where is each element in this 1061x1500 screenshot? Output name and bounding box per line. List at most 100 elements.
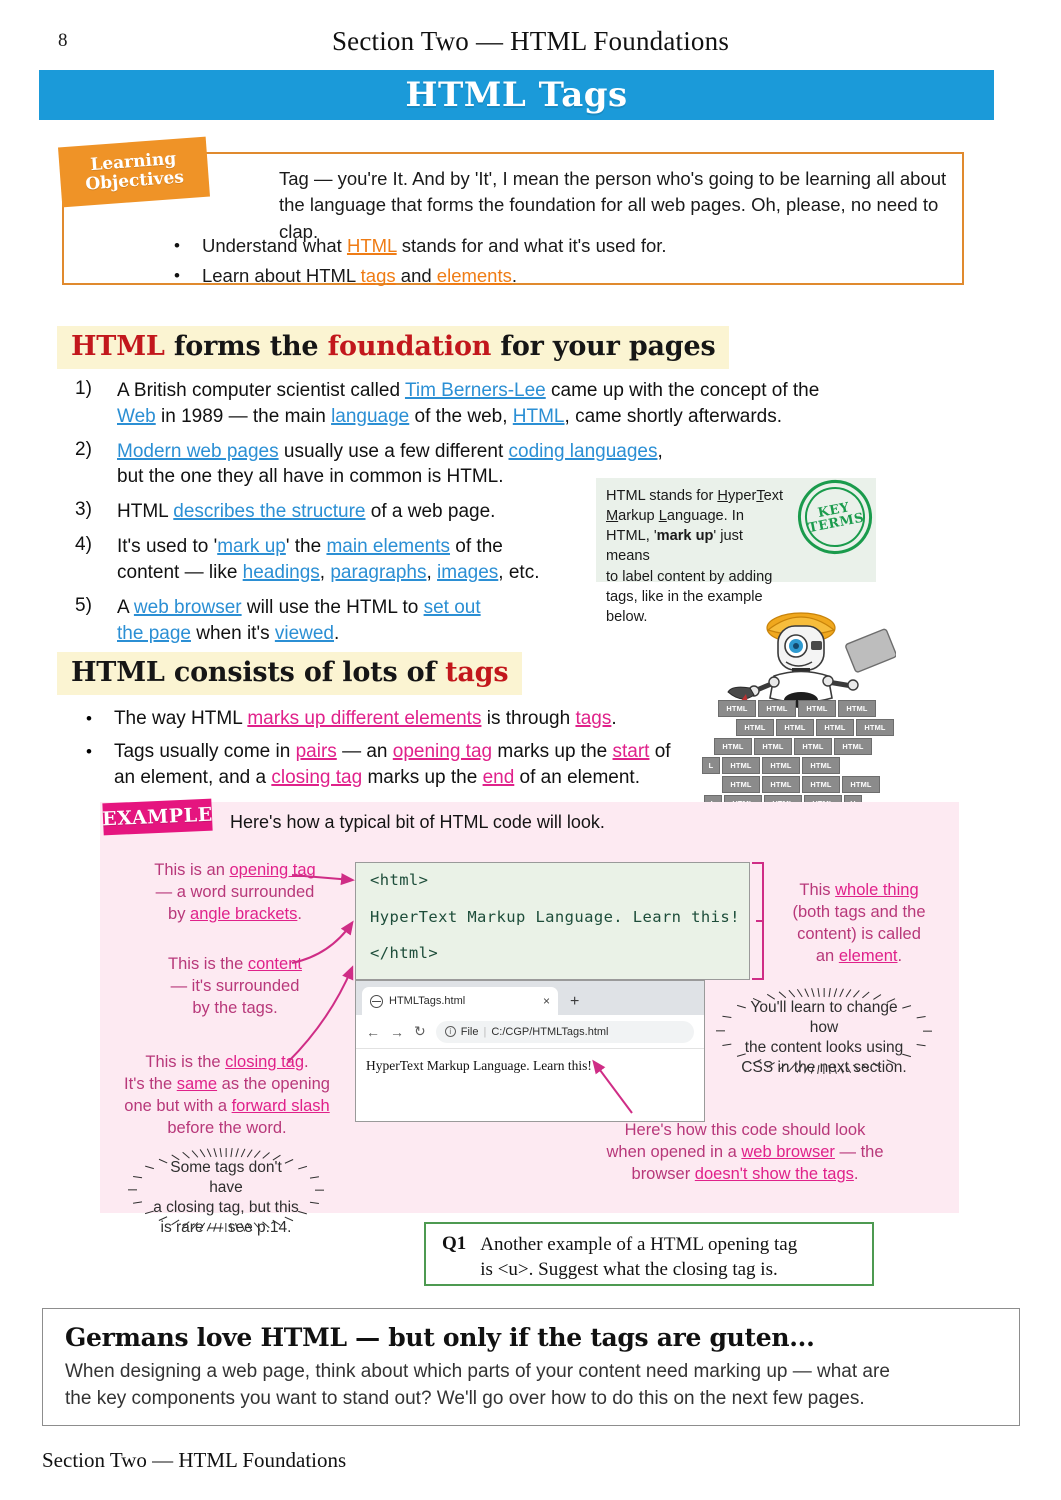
brick-row: HTML HTML HTML HTML xyxy=(718,700,896,717)
robot-illustration: HTML HTML HTML HTML HTML HTML HTML HTML … xyxy=(702,608,897,812)
brick: HTML xyxy=(722,757,760,774)
item-number: 1) xyxy=(75,378,92,399)
section-heading-2: HTML consists of lots of tags xyxy=(57,652,523,695)
code-line: </html> xyxy=(370,944,439,962)
brick: HTML xyxy=(798,700,836,717)
code-block: <html> HyperText Markup Language. Learn … xyxy=(355,862,750,980)
brick: HTML xyxy=(834,738,872,755)
brick: HTML xyxy=(762,757,800,774)
stamp-line2: TERMS xyxy=(807,510,866,537)
brick: HTML xyxy=(838,700,876,717)
new-tab-icon[interactable]: + xyxy=(570,993,579,1015)
brick-row: L HTML HTML HTML xyxy=(702,757,896,774)
annotation-browser: Here's how this code should look when op… xyxy=(606,1121,884,1183)
rendered-page-text: HyperText Markup Language. Learn this! xyxy=(366,1058,592,1073)
code-line: <html> xyxy=(370,871,429,889)
summary-text: When designing a web page, think about w… xyxy=(65,1361,890,1409)
learning-objectives-list: • Understand what HTML stands for and wh… xyxy=(174,232,948,292)
brick: HTML xyxy=(718,700,756,717)
lo-bullet-2: Learn about HTML tags and elements. xyxy=(201,264,518,286)
brick: HTML xyxy=(762,776,800,793)
question-box: Q1 Another example of a HTML opening tag… xyxy=(424,1222,874,1286)
brick: HTML xyxy=(802,776,840,793)
info-icon: i xyxy=(444,1026,456,1037)
brick: HTML xyxy=(722,776,760,793)
brick: HTML xyxy=(842,776,880,793)
example-stamp: EXAMPLE xyxy=(102,798,213,836)
list-item: 1) A British computer scientist called T… xyxy=(75,378,820,430)
brick: HTML xyxy=(714,738,752,755)
item-number: 5) xyxy=(75,594,92,616)
item-number: 3) xyxy=(75,499,92,521)
item-text: Modern web pages usually use a few diffe… xyxy=(117,440,663,488)
brick-row: HTML HTML HTML HTML xyxy=(736,719,896,736)
note-css: You'll learn to change how the content l… xyxy=(716,987,932,1076)
bullet-glyph: • xyxy=(174,236,180,255)
annotation-element: This whole thing (both tags and the cont… xyxy=(792,881,926,965)
note-line: You'll learn to change how xyxy=(750,999,898,1037)
item-text: A British computer scientist called Tim … xyxy=(117,380,820,427)
running-head: Section Two — HTML Foundations xyxy=(331,26,730,56)
item-text: HTML describes the structure of a web pa… xyxy=(117,501,496,523)
page-title: HTML Tags xyxy=(405,75,628,115)
brick: HTML xyxy=(736,719,774,736)
note-line: CSS in the next section. xyxy=(741,1059,907,1077)
brick: HTML xyxy=(776,719,814,736)
url-text: C:/CGP/HTMLTags.html xyxy=(491,1025,609,1038)
item-text: A web browser will use the HTML to set o… xyxy=(117,596,481,644)
textbook-page: 8 Section Two — HTML Foundations HTML Ta… xyxy=(0,0,1061,1500)
browser-tab-title: HTMLTags.html xyxy=(389,995,466,1007)
item-text: It's used to 'mark up' the main elements… xyxy=(117,536,540,583)
forward-icon[interactable]: → xyxy=(390,1024,404,1040)
learning-objectives-tab: Learning Objectives xyxy=(58,136,210,208)
page-footer: Section Two — HTML Foundations xyxy=(42,1448,347,1472)
question-text: Another example of a HTML opening tag is… xyxy=(480,1234,798,1280)
brick-half: L xyxy=(702,757,720,774)
annotation-opening-tag: This is an opening tag — a word surround… xyxy=(154,861,316,923)
url-separator: | xyxy=(483,1025,487,1038)
close-icon[interactable]: × xyxy=(543,994,550,1008)
brick: HTML xyxy=(794,738,832,755)
note-line: Some tags don't have xyxy=(170,1159,282,1197)
url-scheme-label: File xyxy=(460,1025,479,1038)
item-text: Tags usually come in pairs — an opening … xyxy=(113,740,671,788)
brick: HTML xyxy=(758,700,796,717)
brick: HTML xyxy=(802,757,840,774)
item-number: 4) xyxy=(75,534,92,556)
note-rare-tags: Some tags don't have a closing tag, but … xyxy=(128,1147,324,1236)
brick-row: HTML HTML HTML HTML xyxy=(722,776,896,793)
list-item: • Tags usually come in pairs — an openin… xyxy=(86,739,706,791)
globe-icon xyxy=(370,994,383,1008)
list-item: • The way HTML marks up different elemen… xyxy=(86,706,706,732)
browser-tab[interactable]: HTMLTags.html × xyxy=(362,987,558,1015)
element-bracket-icon xyxy=(752,862,766,980)
browser-toolbar: ← → ↻ i File | C:/CGP/HTMLTags.html xyxy=(356,1015,704,1049)
brick: HTML xyxy=(856,719,894,736)
reload-icon[interactable]: ↻ xyxy=(414,1023,426,1040)
annotation-closing-tag: This is the closing tag. It's the same a… xyxy=(124,1053,330,1137)
browser-mockup: HTMLTags.html × + ← → ↻ i File | C:/CGP/… xyxy=(355,980,705,1122)
bullet-glyph: • xyxy=(86,741,92,761)
code-line: HyperText Markup Language. Learn this! xyxy=(370,907,740,926)
key-terms-stamp-icon: KEY TERMS xyxy=(791,473,879,561)
browser-viewport: HyperText Markup Language. Learn this! xyxy=(356,1049,704,1083)
brick: HTML xyxy=(816,719,854,736)
page-title-bar: HTML Tags xyxy=(39,70,994,120)
annotation-content: This is the content — it's surrounded by… xyxy=(168,955,302,1017)
bullet-glyph: • xyxy=(174,265,180,285)
summary-heading: Germans love HTML — but only if the tags… xyxy=(65,1323,815,1352)
key-terms-text: HTML stands for HyperText Markup Languag… xyxy=(606,488,784,625)
back-icon[interactable]: ← xyxy=(366,1024,380,1040)
item-text: The way HTML marks up different elements… xyxy=(113,708,617,729)
summary-box: Germans love HTML — but only if the tags… xyxy=(42,1308,1020,1426)
lo-intro-line1: Tag — you're It. And by 'It', I mean the… xyxy=(279,168,947,189)
note-line: a closing tag, but this xyxy=(153,1199,299,1217)
address-bar[interactable]: i File | C:/CGP/HTMLTags.html xyxy=(435,1020,694,1043)
brick: HTML xyxy=(754,738,792,755)
section-heading-1: HTML forms the foundation for your pages xyxy=(57,326,730,369)
browser-tab-strip: HTMLTags.html × + xyxy=(356,981,704,1015)
list-item: • Learn about HTML tags and elements. xyxy=(174,262,948,290)
note-line: the content looks using xyxy=(744,1039,904,1057)
question-number: Q1 xyxy=(442,1233,467,1254)
example-intro: Here's how a typical bit of HTML code wi… xyxy=(230,812,605,832)
